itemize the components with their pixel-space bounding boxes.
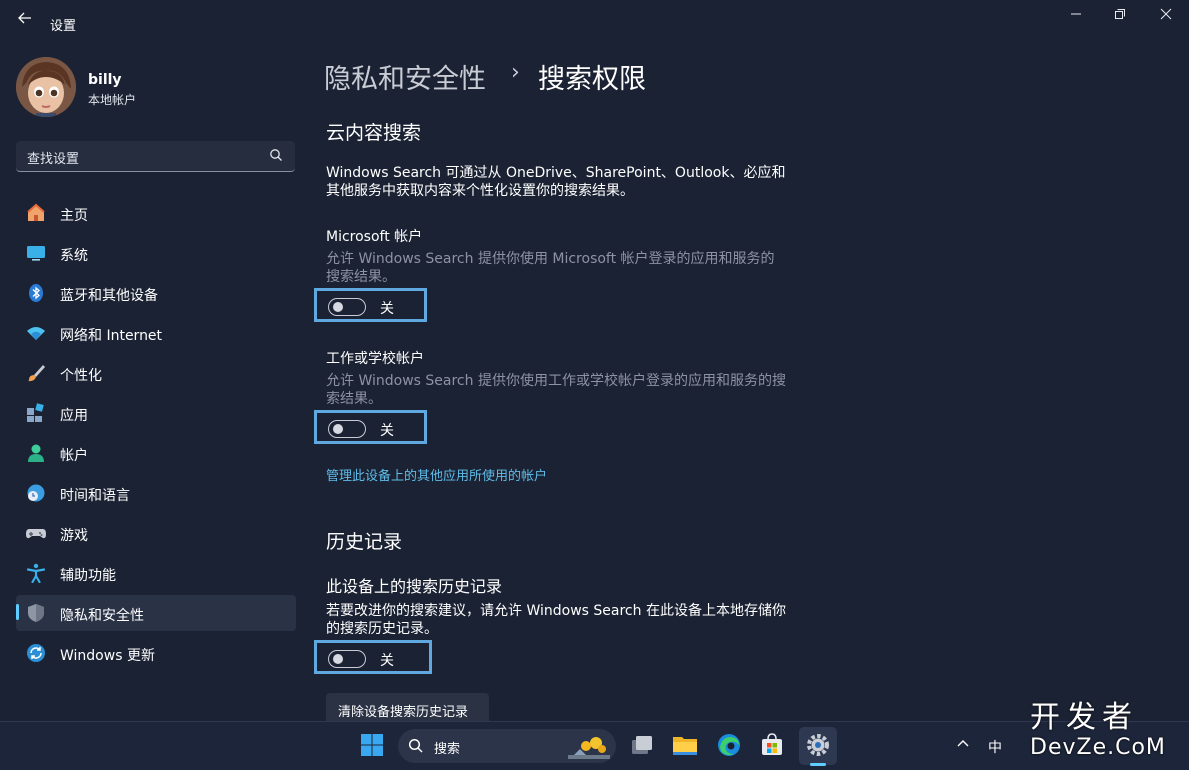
watermark-line2: DevZe.CoM — [1030, 735, 1166, 760]
search-highlight-flowers-icon — [568, 737, 610, 759]
globe-clock-icon — [27, 484, 45, 502]
home-icon — [27, 203, 45, 221]
sidebar-item-personalization[interactable]: 个性化 — [16, 355, 296, 391]
sidebar-item-label: 蓝牙和其他设备 — [60, 288, 158, 304]
minimize-button[interactable] — [1061, 6, 1091, 28]
work-account-toggle[interactable] — [328, 420, 366, 438]
brush-icon — [28, 365, 45, 382]
sidebar-item-privacy[interactable]: 隐私和安全性 — [16, 595, 296, 631]
accessibility-icon — [26, 563, 46, 583]
sidebar-item-label: 系统 — [60, 248, 88, 264]
sidebar-item-bluetooth[interactable]: 蓝牙和其他设备 — [16, 275, 296, 311]
maximize-button[interactable] — [1105, 6, 1135, 28]
person-icon — [28, 444, 44, 462]
avatar[interactable] — [16, 57, 76, 117]
sidebar-item-network[interactable]: 网络和 Internet — [16, 315, 296, 351]
sidebar-item-label: Windows 更新 — [60, 648, 155, 664]
close-button[interactable] — [1151, 6, 1181, 28]
watermark: 开发者 DevZe.CoM — [1030, 703, 1166, 763]
sidebar-item-windows-update[interactable]: Windows 更新 — [16, 635, 296, 671]
cloud-search-description: Windows Search 可通过从 OneDrive、SharePoint、… — [326, 165, 786, 199]
settings-search-input[interactable]: 查找设置 — [16, 141, 295, 172]
device-history-toggle-highlight: 关 — [314, 640, 432, 674]
search-placeholder: 查找设置 — [27, 152, 80, 167]
file-explorer-icon[interactable] — [672, 732, 698, 758]
toggle-knob — [333, 424, 343, 434]
sidebar-item-label: 帐户 — [60, 448, 88, 464]
microsoft-store-icon[interactable] — [759, 732, 785, 758]
sidebar-item-gaming[interactable]: 游戏 — [16, 515, 296, 551]
microsoft-account-toggle-highlight: 关 — [314, 288, 427, 322]
gamepad-icon — [26, 529, 46, 539]
work-account-description: 允许 Windows Search 提供你使用工作或学校帐户登录的应用和服务的搜… — [326, 373, 786, 407]
account-type: 本地帐户 — [88, 93, 137, 107]
chevron-up-icon[interactable] — [956, 737, 970, 755]
toggle-knob — [333, 302, 343, 312]
sidebar-item-label: 网络和 Internet — [60, 328, 163, 344]
history-heading: 历史记录 — [326, 531, 403, 553]
page-title: 搜索权限 — [538, 64, 646, 95]
sidebar-item-label: 辅助功能 — [60, 568, 116, 584]
windows-start-icon[interactable] — [359, 732, 385, 758]
sidebar-item-apps[interactable]: 应用 — [16, 395, 296, 431]
wifi-icon — [27, 327, 45, 340]
sidebar-item-system[interactable]: 系统 — [16, 235, 296, 271]
sidebar-item-label: 应用 — [60, 408, 88, 424]
shield-icon — [28, 604, 44, 622]
bluetooth-icon — [29, 284, 43, 302]
breadcrumb-parent[interactable]: 隐私和安全性 — [324, 57, 486, 96]
back-arrow-icon[interactable] — [14, 10, 36, 32]
sidebar-item-label: 隐私和安全性 — [60, 608, 144, 624]
search-icon — [270, 149, 282, 161]
sidebar-item-accounts[interactable]: 帐户 — [16, 435, 296, 471]
sidebar-item-label: 个性化 — [60, 368, 102, 384]
search-icon — [408, 738, 423, 753]
input-method-indicator[interactable]: 中 — [988, 737, 1002, 757]
apps-icon — [27, 403, 44, 422]
sidebar-item-label: 游戏 — [60, 528, 88, 544]
toggle-state-label: 关 — [380, 301, 394, 317]
toggle-knob — [333, 654, 343, 664]
display-icon — [27, 246, 45, 261]
microsoft-account-description: 允许 Windows Search 提供你使用 Microsoft 帐户登录的应… — [326, 251, 775, 285]
sidebar-item-label: 时间和语言 — [60, 488, 130, 504]
device-history-title: 此设备上的搜索历史记录 — [326, 577, 503, 596]
task-view-icon[interactable] — [629, 732, 655, 758]
watermark-line1: 开发者 — [1030, 700, 1138, 735]
microsoft-account-title: Microsoft 帐户 — [326, 229, 423, 245]
breadcrumb-separator: › — [511, 60, 520, 85]
device-history-description: 若要改进你的搜索建议，请允许 Windows Search 在此设备上本地存储你… — [326, 603, 786, 637]
manage-accounts-link[interactable]: 管理此设备上的其他应用所使用的帐户 — [326, 465, 547, 484]
taskbar-search-placeholder: 搜索 — [434, 742, 461, 757]
sidebar-item-accessibility[interactable]: 辅助功能 — [16, 555, 296, 591]
taskbar-search[interactable]: 搜索 — [398, 729, 616, 763]
sidebar-item-time-language[interactable]: 时间和语言 — [16, 475, 296, 511]
update-icon — [27, 644, 45, 662]
active-indicator — [16, 604, 19, 620]
work-account-title: 工作或学校帐户 — [326, 351, 424, 367]
sidebar-item-home[interactable]: 主页 — [16, 195, 296, 231]
sidebar-item-label: 主页 — [60, 208, 88, 224]
work-account-toggle-highlight: 关 — [314, 410, 427, 444]
toggle-state-label: 关 — [380, 653, 394, 669]
device-history-toggle[interactable] — [328, 650, 366, 668]
clear-history-label: 清除设备搜索历史记录 — [338, 705, 469, 720]
cloud-search-heading: 云内容搜索 — [326, 122, 422, 144]
user-name: billy — [88, 72, 122, 88]
taskbar-running-indicator — [810, 763, 826, 766]
microsoft-account-toggle[interactable] — [328, 298, 366, 316]
window-title: 设置 — [50, 19, 77, 34]
toggle-state-label: 关 — [380, 423, 394, 439]
edge-browser-icon[interactable] — [716, 732, 742, 758]
settings-gear-icon[interactable] — [805, 732, 831, 758]
